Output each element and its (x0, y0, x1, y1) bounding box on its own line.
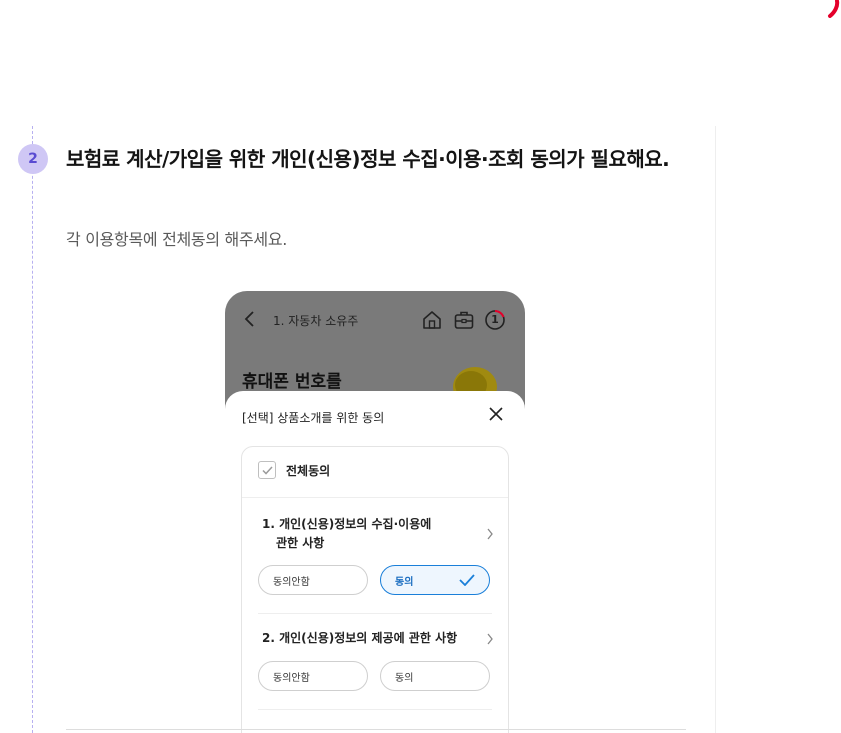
home-icon[interactable] (421, 309, 443, 331)
briefcase-icon[interactable] (453, 309, 475, 331)
item-2-title-line1: 2. 개인(신용)정보의 제공에 관한 사항 (262, 631, 458, 645)
card-divider (258, 709, 492, 710)
decline-label: 동의안함 (273, 576, 310, 588)
close-icon[interactable] (487, 405, 505, 423)
item-2-decline-button[interactable]: 동의안함 (258, 661, 368, 691)
all-agree-checkbox[interactable] (258, 461, 276, 479)
all-agree-label: 전체동의 (286, 463, 331, 478)
item-1-decline-button[interactable]: 동의안함 (258, 565, 368, 595)
step-timeline (32, 126, 33, 733)
step-description: 각 이용항목에 전체동의 해주세요. (66, 230, 288, 249)
phone-background-title: 휴대폰 번호를 (242, 372, 342, 392)
sheet-title: [선택] 상품소개를 위한 동의 (242, 411, 385, 425)
column-divider (715, 126, 716, 733)
check-icon (459, 574, 475, 586)
all-agree-row[interactable]: 전체동의 (258, 461, 330, 479)
consent-card: 전체동의 1. 개인(신용)정보의 수집·이용에 관한 사항 동의안함 동의 2… (241, 446, 509, 733)
progress-badge-number: 1 (491, 313, 499, 326)
item-1-title-line1: 1. 개인(신용)정보의 수집·이용에 (262, 517, 432, 531)
consent-bottom-sheet: [선택] 상품소개를 위한 동의 전체동의 1. 개인(신용)정보의 수집·이용… (225, 391, 525, 733)
agree-label: 동의 (395, 576, 414, 588)
brand-mark-icon (828, 0, 840, 18)
phone-header: 1. 자동차 소유주 1 (225, 291, 525, 347)
chevron-right-icon[interactable] (486, 633, 494, 645)
step-title: 보험료 계산/가입을 위한 개인(신용)정보 수집·이용·조회 동의가 필요해요… (66, 147, 670, 171)
phone-mockup: 1. 자동차 소유주 1 휴대폰 번호를 [선택] 상품소개를 위한 동의 전체… (225, 291, 525, 733)
back-arrow-icon[interactable] (243, 311, 257, 327)
checkmark-icon (261, 465, 273, 475)
agree-label: 동의 (395, 672, 414, 684)
card-divider (258, 613, 492, 614)
phone-header-title: 1. 자동차 소유주 (273, 314, 359, 328)
decline-label: 동의안함 (273, 672, 310, 684)
card-divider (242, 497, 508, 498)
item-2-agree-button[interactable]: 동의 (380, 661, 490, 691)
section-bottom-rule (66, 729, 686, 730)
step-number-badge: 2 (18, 144, 48, 174)
consent-item-title-2[interactable]: 2. 개인(신용)정보의 제공에 관한 사항 (262, 629, 457, 648)
consent-item-title-1[interactable]: 1. 개인(신용)정보의 수집·이용에 관한 사항 (262, 515, 431, 553)
chevron-right-icon[interactable] (486, 528, 494, 540)
item-1-agree-button[interactable]: 동의 (380, 565, 490, 595)
item-1-title-line2: 관한 사항 (276, 536, 325, 550)
